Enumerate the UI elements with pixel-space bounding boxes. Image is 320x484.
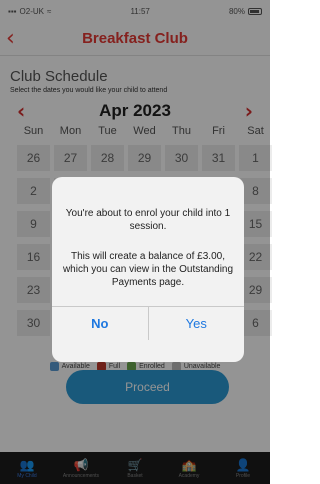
dialog-message: You're about to enrol your child into 1 … bbox=[65, 208, 231, 232]
dialog-actions: No Yes bbox=[52, 306, 244, 340]
yes-button[interactable]: Yes bbox=[149, 307, 245, 340]
no-button[interactable]: No bbox=[52, 307, 149, 340]
dialog-balance-message: This will create a balance of £3.00, whi… bbox=[62, 251, 234, 288]
confirm-dialog: You're about to enrol your child into 1 … bbox=[52, 177, 244, 362]
